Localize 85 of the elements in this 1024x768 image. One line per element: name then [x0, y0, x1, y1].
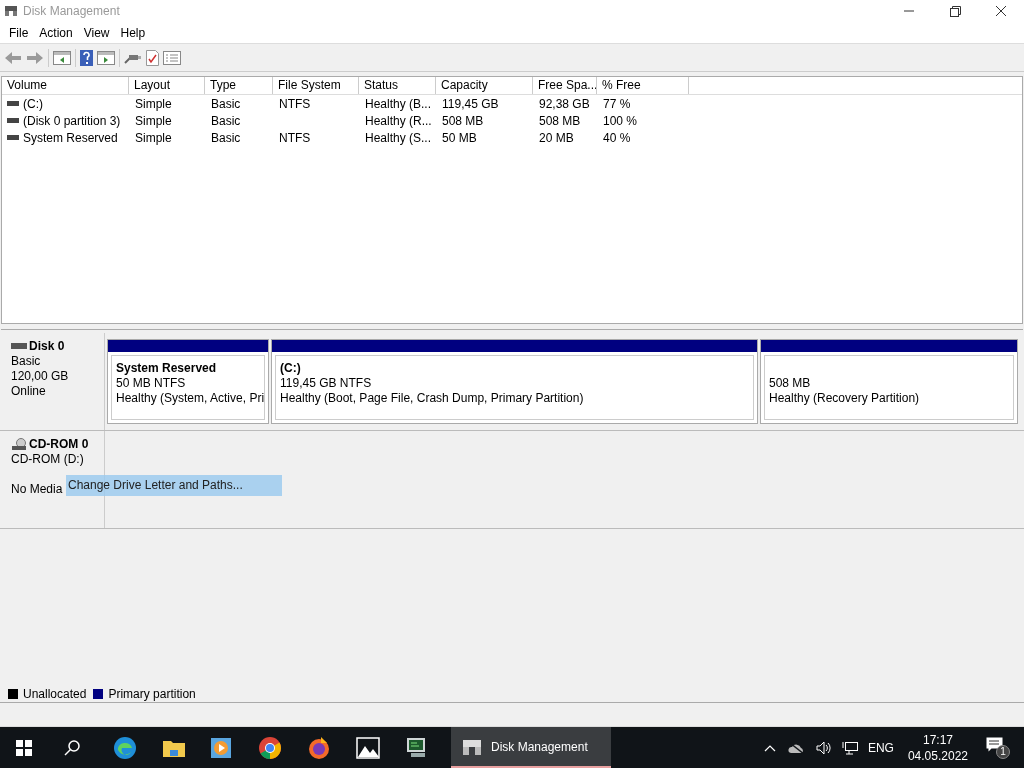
- partition-name: System Reserved: [116, 361, 218, 376]
- table-cell: Healthy (B...: [365, 96, 432, 111]
- legend-label: Unallocated: [23, 685, 87, 703]
- window-title: Disk Management: [23, 3, 120, 20]
- language-indicator[interactable]: ENG: [867, 738, 894, 757]
- partition-block[interactable]: (C:) 119,45 GB NTFS Healthy (Boot, Page File, Crash Dump, Primary Partition): [271, 339, 758, 424]
- partition-name: (C:): [280, 361, 302, 376]
- image-icon[interactable]: [356, 736, 380, 759]
- menu-item[interactable]: File: [4, 21, 34, 44]
- partition-block[interactable]: 508 MB Healthy (Recovery Partition): [760, 339, 1018, 424]
- column-header[interactable]: Type: [205, 77, 273, 94]
- partition-status: Healthy (Recovery Partition): [769, 391, 921, 406]
- drive-icon: [7, 118, 19, 123]
- column-header[interactable]: Capacity: [436, 77, 533, 94]
- disk-info: No Media: [11, 482, 63, 497]
- table-cell: NTFS: [279, 96, 311, 111]
- properties-icon[interactable]: [163, 50, 181, 65]
- table-cell: Basic: [211, 96, 241, 111]
- chrome-icon[interactable]: [258, 735, 282, 760]
- table-cell: 508 MB: [539, 113, 581, 128]
- speaker-icon[interactable]: [815, 740, 832, 755]
- table-cell: Healthy (R...: [365, 113, 432, 128]
- disk-info: Basic: [11, 354, 41, 369]
- disk-info: Online: [11, 384, 46, 399]
- disk-info: CD-ROM (D:): [11, 452, 84, 467]
- taskbar-app-label: Disk Management: [491, 738, 588, 756]
- search-icon[interactable]: [63, 738, 81, 757]
- table-cell: Basic: [211, 113, 241, 128]
- pane-icon[interactable]: [53, 50, 71, 65]
- taskbar-app-button[interactable]: Disk Management: [451, 727, 611, 768]
- disk-info: 120,00 GB: [11, 369, 69, 384]
- drive-icon: [7, 101, 19, 106]
- menu-item[interactable]: Help: [115, 21, 151, 44]
- drive-icon: [7, 135, 19, 140]
- disk-name: Disk 0: [29, 339, 65, 354]
- table-cell: 119,45 GB: [442, 96, 499, 111]
- legend-label: Primary partition: [108, 685, 196, 703]
- windows-logo-icon[interactable]: [16, 739, 32, 756]
- table-cell[interactable]: (Disk 0 partition 3): [23, 111, 121, 130]
- pane-icon[interactable]: [97, 50, 115, 65]
- menu-item[interactable]: View: [78, 21, 115, 44]
- play-icon[interactable]: [210, 736, 232, 759]
- table-cell: 40 %: [603, 130, 631, 145]
- partition-block[interactable]: System Reserved 50 MB NTFS Healthy (System, Active, Pri: [107, 339, 269, 424]
- fox-globe-icon[interactable]: [307, 735, 331, 760]
- column-header[interactable]: File System: [273, 77, 359, 94]
- browser-swirl-icon[interactable]: [113, 735, 137, 760]
- column-header[interactable]: Status: [359, 77, 436, 94]
- context-menu-item[interactable]: Change Drive Letter and Paths...: [66, 475, 282, 496]
- table-cell: 100 %: [603, 113, 638, 128]
- disk-icon: [4, 5, 18, 17]
- column-header[interactable]: Layout: [129, 77, 205, 94]
- caret-up-icon[interactable]: [763, 743, 776, 752]
- clock-date[interactable]: 04.05.2022: [907, 747, 968, 764]
- column-header[interactable]: % Free: [597, 77, 689, 94]
- table-cell: Basic: [211, 130, 241, 145]
- network-monitor-icon[interactable]: [841, 740, 858, 755]
- table-cell: Simple: [135, 96, 172, 111]
- partition-size: 508 MB: [769, 376, 812, 391]
- cloud-icon[interactable]: [787, 741, 806, 754]
- clock-time[interactable]: 17:17: [922, 731, 953, 748]
- table-cell: NTFS: [279, 130, 311, 145]
- table-cell: 92,38 GB: [539, 96, 590, 111]
- drive-icon: [11, 342, 27, 351]
- disk-icon: [461, 737, 483, 756]
- column-header[interactable]: Free Spa...: [533, 77, 597, 94]
- table-cell: 50 MB: [442, 130, 477, 145]
- table-cell: 20 MB: [539, 130, 574, 145]
- table-cell[interactable]: (C:): [23, 94, 43, 113]
- table-cell: 77 %: [603, 96, 631, 111]
- cd-drive-icon: [11, 438, 27, 451]
- partition-status: Healthy (Boot, Page File, Crash Dump, Primary Partition): [280, 391, 585, 406]
- notification-icon[interactable]: [986, 736, 1003, 752]
- disk-name: CD-ROM 0: [29, 437, 89, 452]
- menu-item[interactable]: Action: [34, 21, 78, 44]
- partition-size: 119,45 GB NTFS: [280, 376, 373, 391]
- table-cell: 508 MB: [442, 113, 484, 128]
- table-cell: Simple: [135, 130, 172, 145]
- partition-size: 50 MB NTFS: [116, 376, 187, 391]
- help-icon[interactable]: [80, 49, 93, 66]
- column-header[interactable]: Volume: [2, 77, 129, 94]
- table-cell: Simple: [135, 113, 172, 128]
- table-cell[interactable]: System Reserved: [23, 128, 118, 147]
- checklist-icon[interactable]: [146, 49, 159, 66]
- table-cell: Healthy (S...: [365, 130, 432, 145]
